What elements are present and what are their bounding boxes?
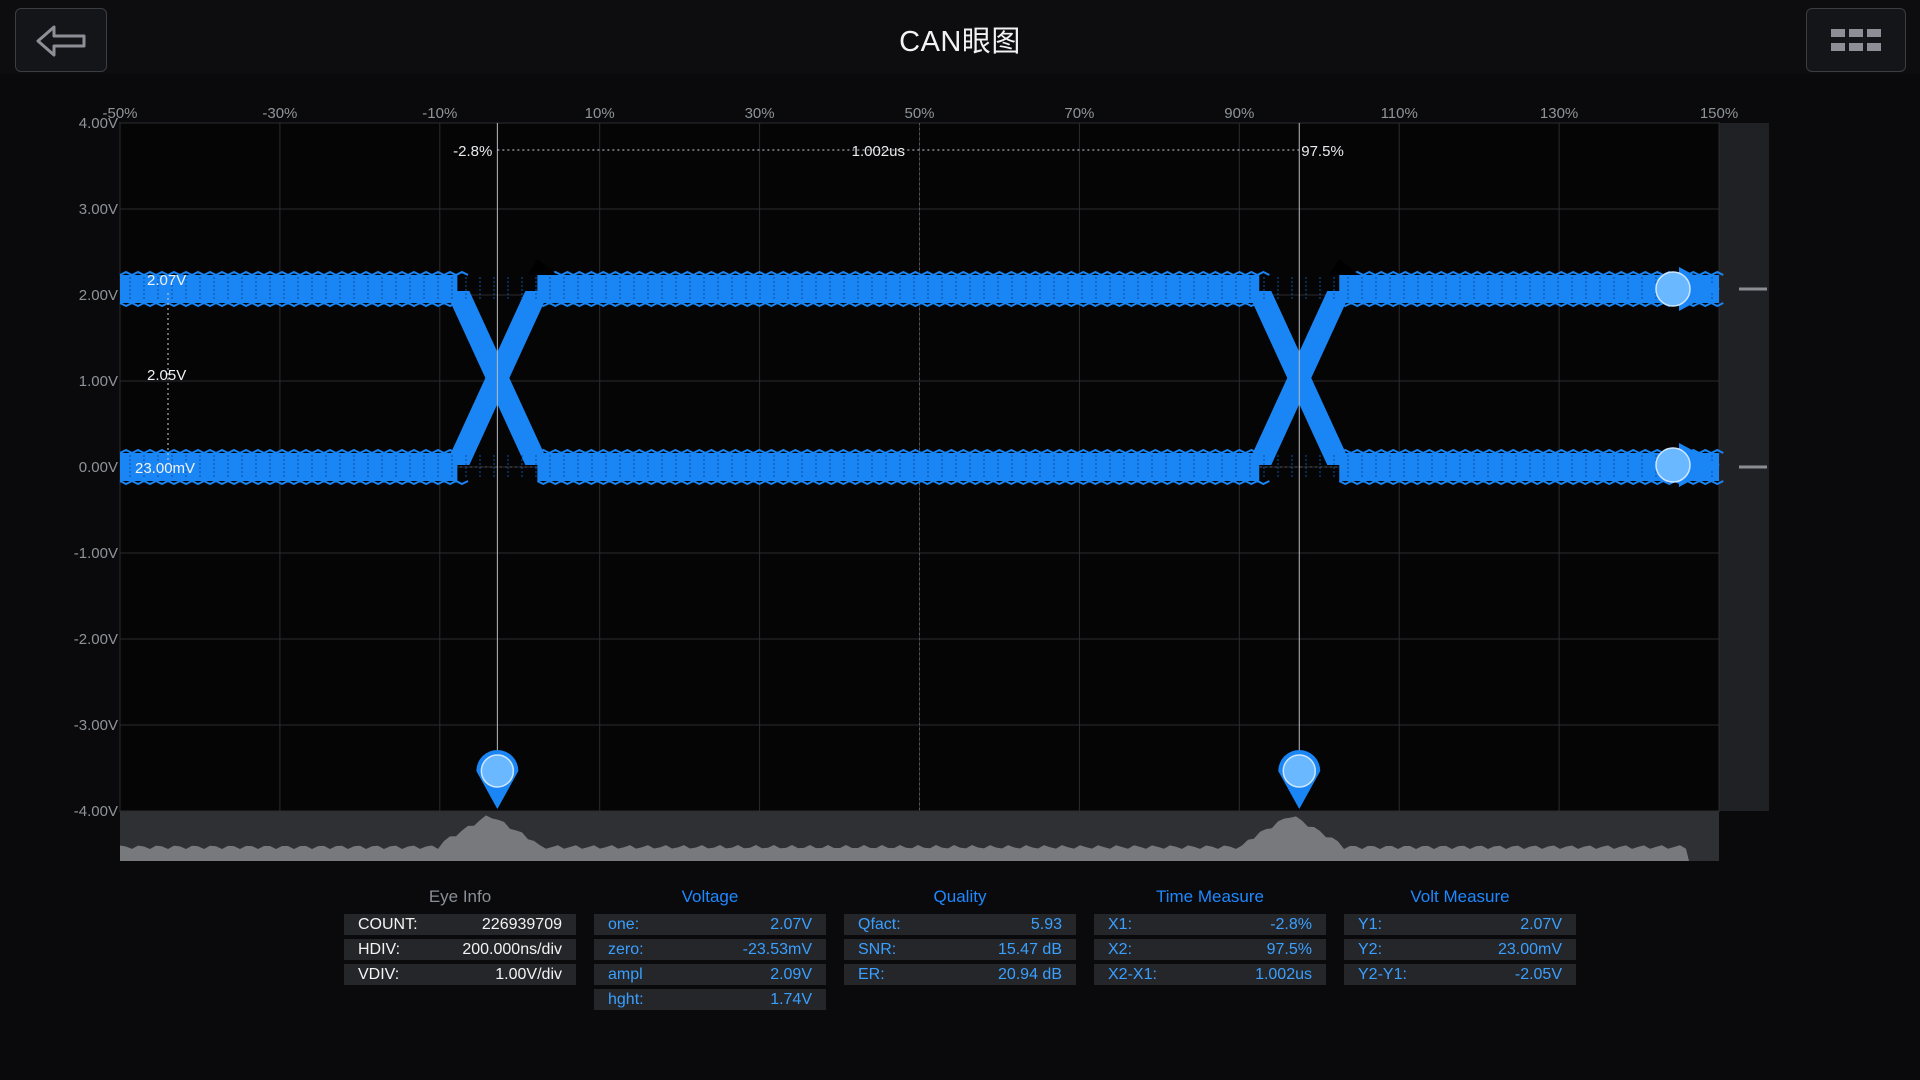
eye-info-title: Eye Info (428, 887, 492, 906)
x-tick-label: 110% (1381, 105, 1418, 122)
voltage-row: zero: -23.53mV (594, 939, 826, 960)
info-row: HDIV: 200.000ns/div (344, 939, 576, 960)
x-tick-label: 10% (585, 105, 615, 122)
info-row: COUNT: 226939709 (344, 914, 576, 935)
dx-label: 1.002us (852, 143, 905, 160)
voltage-panel: Voltage one: 2.07V zero: -23.53mV ampl 2.09… (594, 884, 826, 1014)
y-tick-label: -1.00V (74, 545, 118, 562)
voltage-title: Voltage (681, 887, 739, 906)
x-tick-label: 150% (1700, 105, 1738, 122)
time-measure-panel: Time Measure X1: -2.8% X2: 97.5% X2-X1: 1.0… (1094, 884, 1326, 989)
volt-measure-row: Y2-Y1: -2.05V (1344, 964, 1576, 985)
time-measure-row: X2-X1: 1.002us (1094, 964, 1326, 985)
time-measure-row: X2: 97.5% (1094, 939, 1326, 960)
voltage-row: hght: 1.74V (594, 989, 826, 1010)
y-tick-label: 3.00V (79, 201, 118, 218)
voltage-row: ampl 2.09V (594, 964, 826, 985)
volt-measure-panel: Volt Measure Y1: 2.07V Y2: 23.00mV Y2-Y1: -… (1344, 884, 1576, 989)
x-tick-label: 90% (1224, 105, 1254, 122)
y-tick-label: 2.00V (79, 287, 118, 304)
quality-row: ER: 20.94 dB (844, 964, 1076, 985)
voltage-row: one: 2.07V (594, 914, 826, 935)
eye-info-panel: Eye Info COUNT: 226939709 HDIV: 200.000ns/… (344, 884, 576, 989)
quality-row: SNR: 15.47 dB (844, 939, 1076, 960)
y-cursor-knob (1655, 447, 1691, 483)
y-tick-label: 0.00V (79, 459, 118, 476)
x2-cursor-label: 97.5% (1301, 143, 1344, 160)
x-tick-label: 70% (1064, 105, 1094, 122)
info-row: VDIV: 1.00V/div (344, 964, 576, 985)
x-tick-label: -30% (262, 105, 297, 122)
quality-panel: Quality Qfact: 5.93 SNR: 15.47 dB ER: 20.94… (844, 884, 1076, 989)
y-tick-label: 1.00V (79, 373, 118, 390)
time-measure-title: Time Measure (1155, 887, 1264, 906)
y1-cursor-label: 2.07V (147, 272, 186, 289)
x-tick-label: 30% (745, 105, 775, 122)
dy-label: 2.05V (147, 367, 186, 384)
y-tick-label: 4.00V (79, 115, 118, 132)
x-cursor-knob (480, 754, 515, 788)
x-tick-label: -10% (422, 105, 457, 122)
volt-measure-title: Volt Measure (1410, 887, 1510, 906)
volt-measure-row: Y1: 2.07V (1344, 914, 1576, 935)
time-measure-row: X1: -2.8% (1094, 914, 1326, 935)
x1-cursor-label: -2.8% (453, 143, 492, 160)
high-level-trace (537, 274, 1260, 303)
x-tick-label: 130% (1540, 105, 1578, 122)
eye-diagram-chart: -50% -30% -10% 10% 30% 50% 70% 90% 110% 130% 150%4… (74, 105, 1769, 861)
low-level-trace (537, 453, 1260, 481)
y-tick-label: -3.00V (74, 717, 118, 734)
y-tick-label: -2.00V (74, 631, 118, 648)
y2-cursor-label: 23.00mV (135, 460, 195, 477)
volt-measure-row: Y2: 23.00mV (1344, 939, 1576, 960)
x-tick-label: 50% (904, 105, 934, 122)
x-cursor-knob (1282, 754, 1317, 788)
quality-row: Qfact: 5.93 (844, 914, 1076, 935)
y-tick-label: -4.00V (74, 803, 118, 820)
y-cursor-knob (1655, 271, 1691, 307)
quality-title: Quality (933, 887, 987, 906)
